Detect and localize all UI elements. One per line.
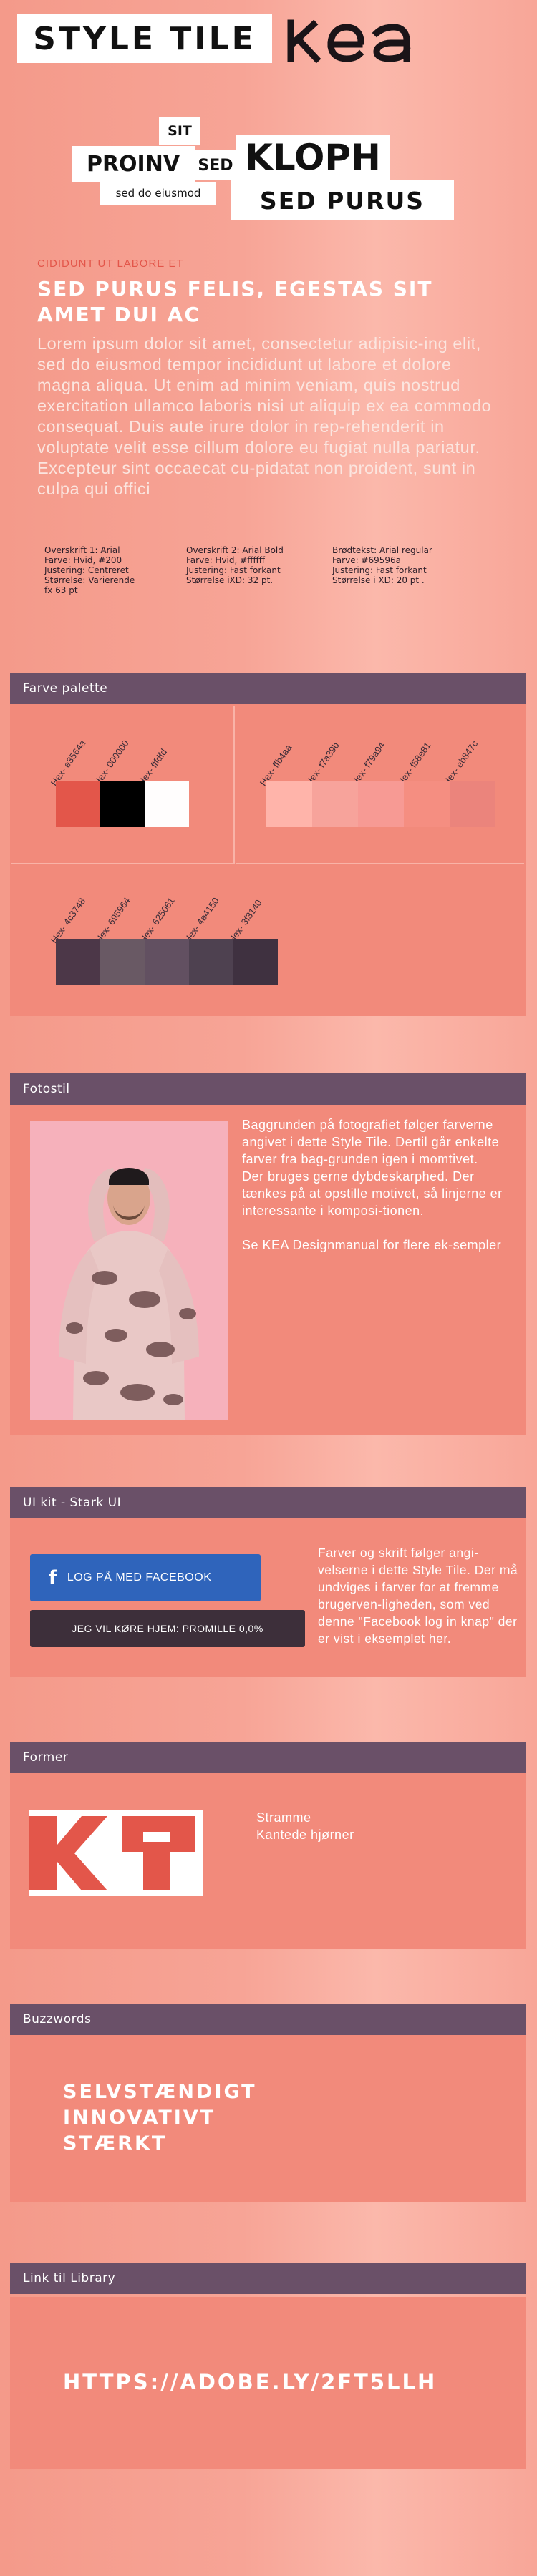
swatch-695964 [100, 939, 145, 985]
word-kloph: KLOPH [236, 135, 390, 180]
section-bar-palette: Farve palette [10, 673, 526, 704]
swatch-f79a94 [358, 781, 404, 827]
former-line-1: Stramme [256, 1810, 311, 1825]
section-bar-library: Link til Library [10, 2263, 526, 2294]
hex-label: Hex- f7a39b [303, 740, 342, 788]
uikit-text: Farver og skrift følger angi-velserne i … [318, 1546, 518, 1646]
section-bar-former: Former [10, 1742, 526, 1773]
word-sed-purus: SED PURUS [231, 180, 454, 220]
hex-label: Hex- 625061 [137, 895, 177, 945]
section-title-buzzwords: Buzzwords [23, 2012, 92, 2026]
section-title-uikit: UI kit - Stark UI [23, 1496, 122, 1510]
facebook-button-label: LOG PÅ MED FACEBOOK [67, 1571, 212, 1584]
hero-heading: SED PURUS FELIS, EGESTAS SIT AMET DUI AC [37, 277, 433, 326]
buzzword: INNOVATIVT [63, 2107, 216, 2129]
style-tile-title: STYLE TILE [17, 14, 272, 63]
spec-body-text: Brødtekst: Arial regular Farve: #69596a … [332, 545, 432, 585]
swatch-4e4150 [189, 939, 233, 985]
hex-label: Hex- 4c3748 [48, 896, 88, 945]
library-link[interactable]: HTTPS://ADOBE.LY/2FT5LLH [63, 2370, 437, 2394]
hex-label: Hex- e3564a [48, 738, 88, 788]
promille-button[interactable]: JEG VIL KØRE HJEM: PROMILLE 0,0% [30, 1610, 305, 1647]
spec-heading-1: Overskrift 1: Arial Farve: Hvid, #200 Ju… [44, 545, 135, 595]
section-title-palette: Farve palette [23, 681, 108, 696]
hex-label: Hex- f79a94 [349, 740, 387, 788]
hex-label: Hex- eb847c [440, 738, 480, 788]
swatch-eb847c [450, 781, 495, 827]
hero-paragraph: Lorem ipsum dolor sit amet, consectetur … [37, 334, 492, 498]
section-title-fotostil: Fotostil [23, 1082, 70, 1096]
section-title-former: Former [23, 1750, 69, 1765]
facebook-login-button[interactable]: f LOG PÅ MED FACEBOOK [30, 1554, 261, 1601]
kea-shape-icon [29, 1816, 195, 1890]
buzzword: SELVSTÆNDIGT [63, 2081, 257, 2103]
word-proinv: PROINV [72, 146, 195, 182]
swatch-e3564a [56, 781, 100, 827]
section-bar-buzzwords: Buzzwords [10, 2004, 526, 2035]
palette-group-dark: Hex- 4c3748 Hex- 695964 Hex- 625061 Hex-… [11, 866, 524, 1015]
former-line-2: Kantede hjørner [256, 1828, 354, 1842]
swatch-4c3748 [56, 939, 100, 985]
swatch-f58e81 [404, 781, 450, 827]
spec-heading-2: Overskrift 2: Arial Bold Farve: Hvid, #f… [186, 545, 284, 585]
section-bar-fotostil: Fotostil [10, 1073, 526, 1105]
facebook-icon: f [49, 1567, 57, 1589]
eyebrow: CIDIDUNT UT LABORE ET [37, 258, 184, 270]
hex-label: Hex- 4e4150 [181, 895, 221, 945]
word-sit: SIT [159, 117, 200, 145]
promille-button-label: JEG VIL KØRE HJEM: PROMILLE 0,0% [72, 1623, 263, 1634]
hex-label: Hex- 3f3140 [226, 897, 264, 945]
swatch-000000 [100, 781, 145, 827]
swatch-fffdfd [145, 781, 189, 827]
hex-label: Hex- 695964 [92, 895, 132, 945]
swatch-ffb4aa [266, 781, 312, 827]
buzzword-list: SELVSTÆNDIGT INNOVATIVT STÆRKT [63, 2079, 257, 2157]
palette-group-pinks: Hex- ffb4aa Hex- f7a39b Hex- f79a94 Hex-… [236, 706, 524, 864]
word-sed: SED [195, 150, 236, 180]
fotostil-text: Baggrunden på fotografiet følger farvern… [242, 1118, 503, 1252]
section-title-library: Link til Library [23, 2271, 116, 2285]
kea-logo [287, 19, 411, 63]
fotostil-panel: Baggrunden på fotografiet følger farvern… [10, 1105, 526, 1435]
section-bar-uikit: UI kit - Stark UI [10, 1487, 526, 1518]
title-text: STYLE TILE [33, 20, 256, 57]
word-sed-do-eiusmod: sed do eiusmod [100, 182, 216, 205]
swatch-f7a39b [312, 781, 358, 827]
former-shapes [29, 1810, 203, 1896]
hex-label: Hex- f58e81 [395, 740, 433, 788]
palette-group-primary: Hex- e3564a Hex- 000000 Hex- fffdfd [11, 706, 235, 864]
buzzword: STÆRKT [63, 2132, 168, 2155]
swatch-625061 [145, 939, 189, 985]
swatch-3f3140 [233, 939, 278, 985]
palette-panel: Hex- e3564a Hex- 000000 Hex- fffdfd Hex-… [10, 704, 526, 1016]
fotostil-photo [30, 1121, 228, 1420]
hex-label: Hex- 000000 [91, 738, 131, 788]
